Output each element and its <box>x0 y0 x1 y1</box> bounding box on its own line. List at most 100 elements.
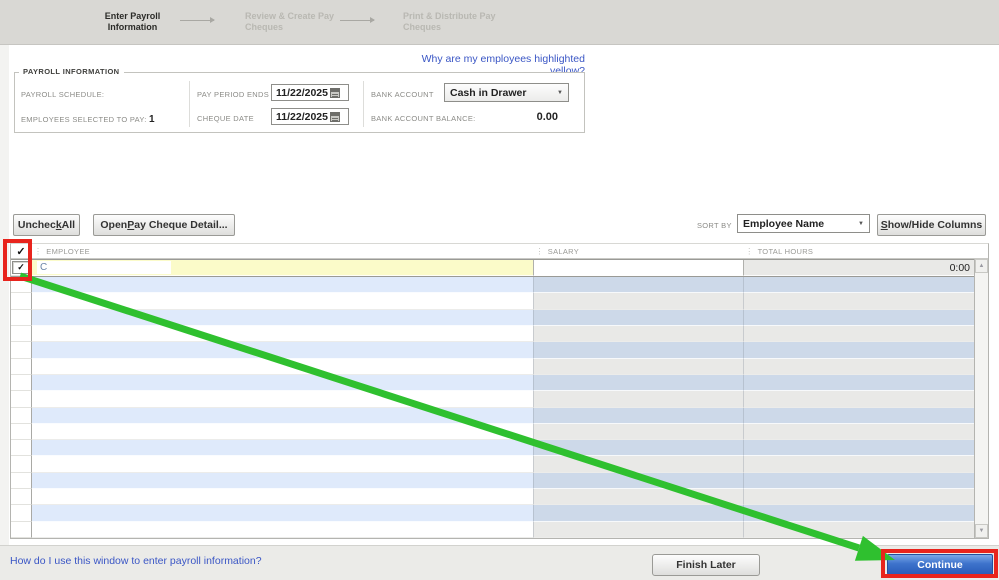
row-checkbox-cell[interactable] <box>11 440 32 457</box>
row-cell[interactable] <box>31 342 534 359</box>
row-cell[interactable] <box>31 391 534 408</box>
row-checkbox[interactable]: ✓ <box>12 261 30 274</box>
row-checkbox-cell[interactable] <box>11 309 32 326</box>
row-cell[interactable] <box>743 277 975 294</box>
drag-handle-icon[interactable]: ⋮ <box>34 247 42 256</box>
row-cell[interactable] <box>31 423 534 441</box>
scroll-up-button[interactable]: ▲ <box>975 259 988 273</box>
table-row[interactable] <box>11 293 975 310</box>
calendar-icon[interactable] <box>330 111 340 122</box>
pay-period-input[interactable] <box>272 86 328 99</box>
row-checkbox-cell[interactable] <box>11 374 32 392</box>
row-cell[interactable] <box>743 293 975 310</box>
drag-handle-icon[interactable]: ⋮ <box>535 247 543 256</box>
row-cell[interactable] <box>31 325 534 343</box>
row-cell[interactable] <box>533 342 744 359</box>
row-cell[interactable] <box>31 407 534 424</box>
scroll-down-button[interactable]: ▼ <box>975 524 988 538</box>
table-row[interactable] <box>11 423 975 441</box>
row-checkbox-cell[interactable] <box>11 342 32 359</box>
row-cell[interactable] <box>743 309 975 326</box>
row-checkbox-cell[interactable]: ✓ <box>11 260 32 276</box>
table-row[interactable] <box>11 440 975 457</box>
table-row[interactable] <box>11 489 975 506</box>
row-cell[interactable] <box>533 489 744 506</box>
row-cell[interactable] <box>743 440 975 457</box>
row-cell[interactable] <box>533 358 744 375</box>
row-cell[interactable] <box>533 374 744 392</box>
continue-button[interactable]: Continue <box>887 554 993 575</box>
row-cell[interactable] <box>533 325 744 343</box>
table-row[interactable] <box>11 309 975 326</box>
table-row[interactable] <box>11 521 975 538</box>
row-cell[interactable] <box>743 521 975 538</box>
window-help-link[interactable]: How do I use this window to enter payrol… <box>10 555 262 567</box>
bank-account-dropdown[interactable]: Cash in Drawer ▼ <box>444 83 569 102</box>
row-cell[interactable] <box>533 407 744 424</box>
row-cell[interactable] <box>533 277 744 294</box>
row-checkbox-cell[interactable] <box>11 277 32 294</box>
row-checkbox-cell[interactable] <box>11 423 32 441</box>
table-row[interactable] <box>11 358 975 375</box>
table-row[interactable] <box>11 407 975 424</box>
selected-employee-row[interactable]: ✓ 0:00 <box>11 259 975 277</box>
finish-later-button[interactable]: Finish Later <box>652 554 760 576</box>
row-cell[interactable] <box>743 423 975 441</box>
row-cell[interactable] <box>533 391 744 408</box>
row-cell[interactable] <box>31 277 534 294</box>
row-cell[interactable] <box>533 440 744 457</box>
cheque-date-input[interactable] <box>272 110 328 123</box>
row-cell[interactable] <box>533 472 744 490</box>
row-checkbox-cell[interactable] <box>11 407 32 424</box>
select-all-checkbox[interactable]: ✓ <box>11 244 32 258</box>
sort-by-dropdown[interactable]: Employee Name ▼ <box>737 214 870 233</box>
row-cell[interactable] <box>533 423 744 441</box>
row-checkbox-cell[interactable] <box>11 489 32 506</box>
row-cell[interactable] <box>743 374 975 392</box>
row-checkbox-cell[interactable] <box>11 456 32 473</box>
total-hours-cell[interactable]: 0:00 <box>743 260 975 276</box>
row-cell[interactable] <box>743 358 975 375</box>
table-row[interactable] <box>11 505 975 522</box>
employee-name-cell[interactable] <box>31 260 534 276</box>
vertical-scrollbar[interactable]: ▲ ▼ <box>974 259 988 538</box>
row-cell[interactable] <box>743 391 975 408</box>
row-checkbox-cell[interactable] <box>11 293 32 310</box>
row-checkbox-cell[interactable] <box>11 391 32 408</box>
uncheck-all-button[interactable]: Unchec k All <box>13 214 80 236</box>
table-row[interactable] <box>11 277 975 294</box>
scrollbar-track[interactable] <box>975 273 988 524</box>
row-cell[interactable] <box>31 489 534 506</box>
row-cell[interactable] <box>533 309 744 326</box>
employee-name-input[interactable] <box>36 261 171 274</box>
row-cell[interactable] <box>743 472 975 490</box>
row-checkbox-cell[interactable] <box>11 521 32 538</box>
row-checkbox-cell[interactable] <box>11 472 32 490</box>
row-cell[interactable] <box>743 456 975 473</box>
row-checkbox-cell[interactable] <box>11 325 32 343</box>
row-cell[interactable] <box>533 521 744 538</box>
row-cell[interactable] <box>31 505 534 522</box>
table-row[interactable] <box>11 325 975 343</box>
row-cell[interactable] <box>31 374 534 392</box>
row-cell[interactable] <box>31 472 534 490</box>
open-pay-cheque-detail-button[interactable]: Open Pay Cheque Detail... <box>93 214 235 236</box>
salary-cell[interactable] <box>533 260 744 276</box>
table-row[interactable] <box>11 472 975 490</box>
show-hide-columns-button[interactable]: Show/Hide Columns <box>877 214 986 236</box>
table-row[interactable] <box>11 456 975 473</box>
table-row[interactable] <box>11 342 975 359</box>
table-row[interactable] <box>11 374 975 392</box>
row-cell[interactable] <box>743 505 975 522</box>
row-checkbox-cell[interactable] <box>11 358 32 375</box>
drag-handle-icon[interactable]: ⋮ <box>745 247 753 256</box>
row-cell[interactable] <box>743 342 975 359</box>
calendar-icon[interactable] <box>330 87 340 98</box>
row-cell[interactable] <box>31 456 534 473</box>
row-cell[interactable] <box>743 325 975 343</box>
row-cell[interactable] <box>31 521 534 538</box>
table-row[interactable] <box>11 391 975 408</box>
row-checkbox-cell[interactable] <box>11 505 32 522</box>
row-cell[interactable] <box>31 293 534 310</box>
row-cell[interactable] <box>533 456 744 473</box>
